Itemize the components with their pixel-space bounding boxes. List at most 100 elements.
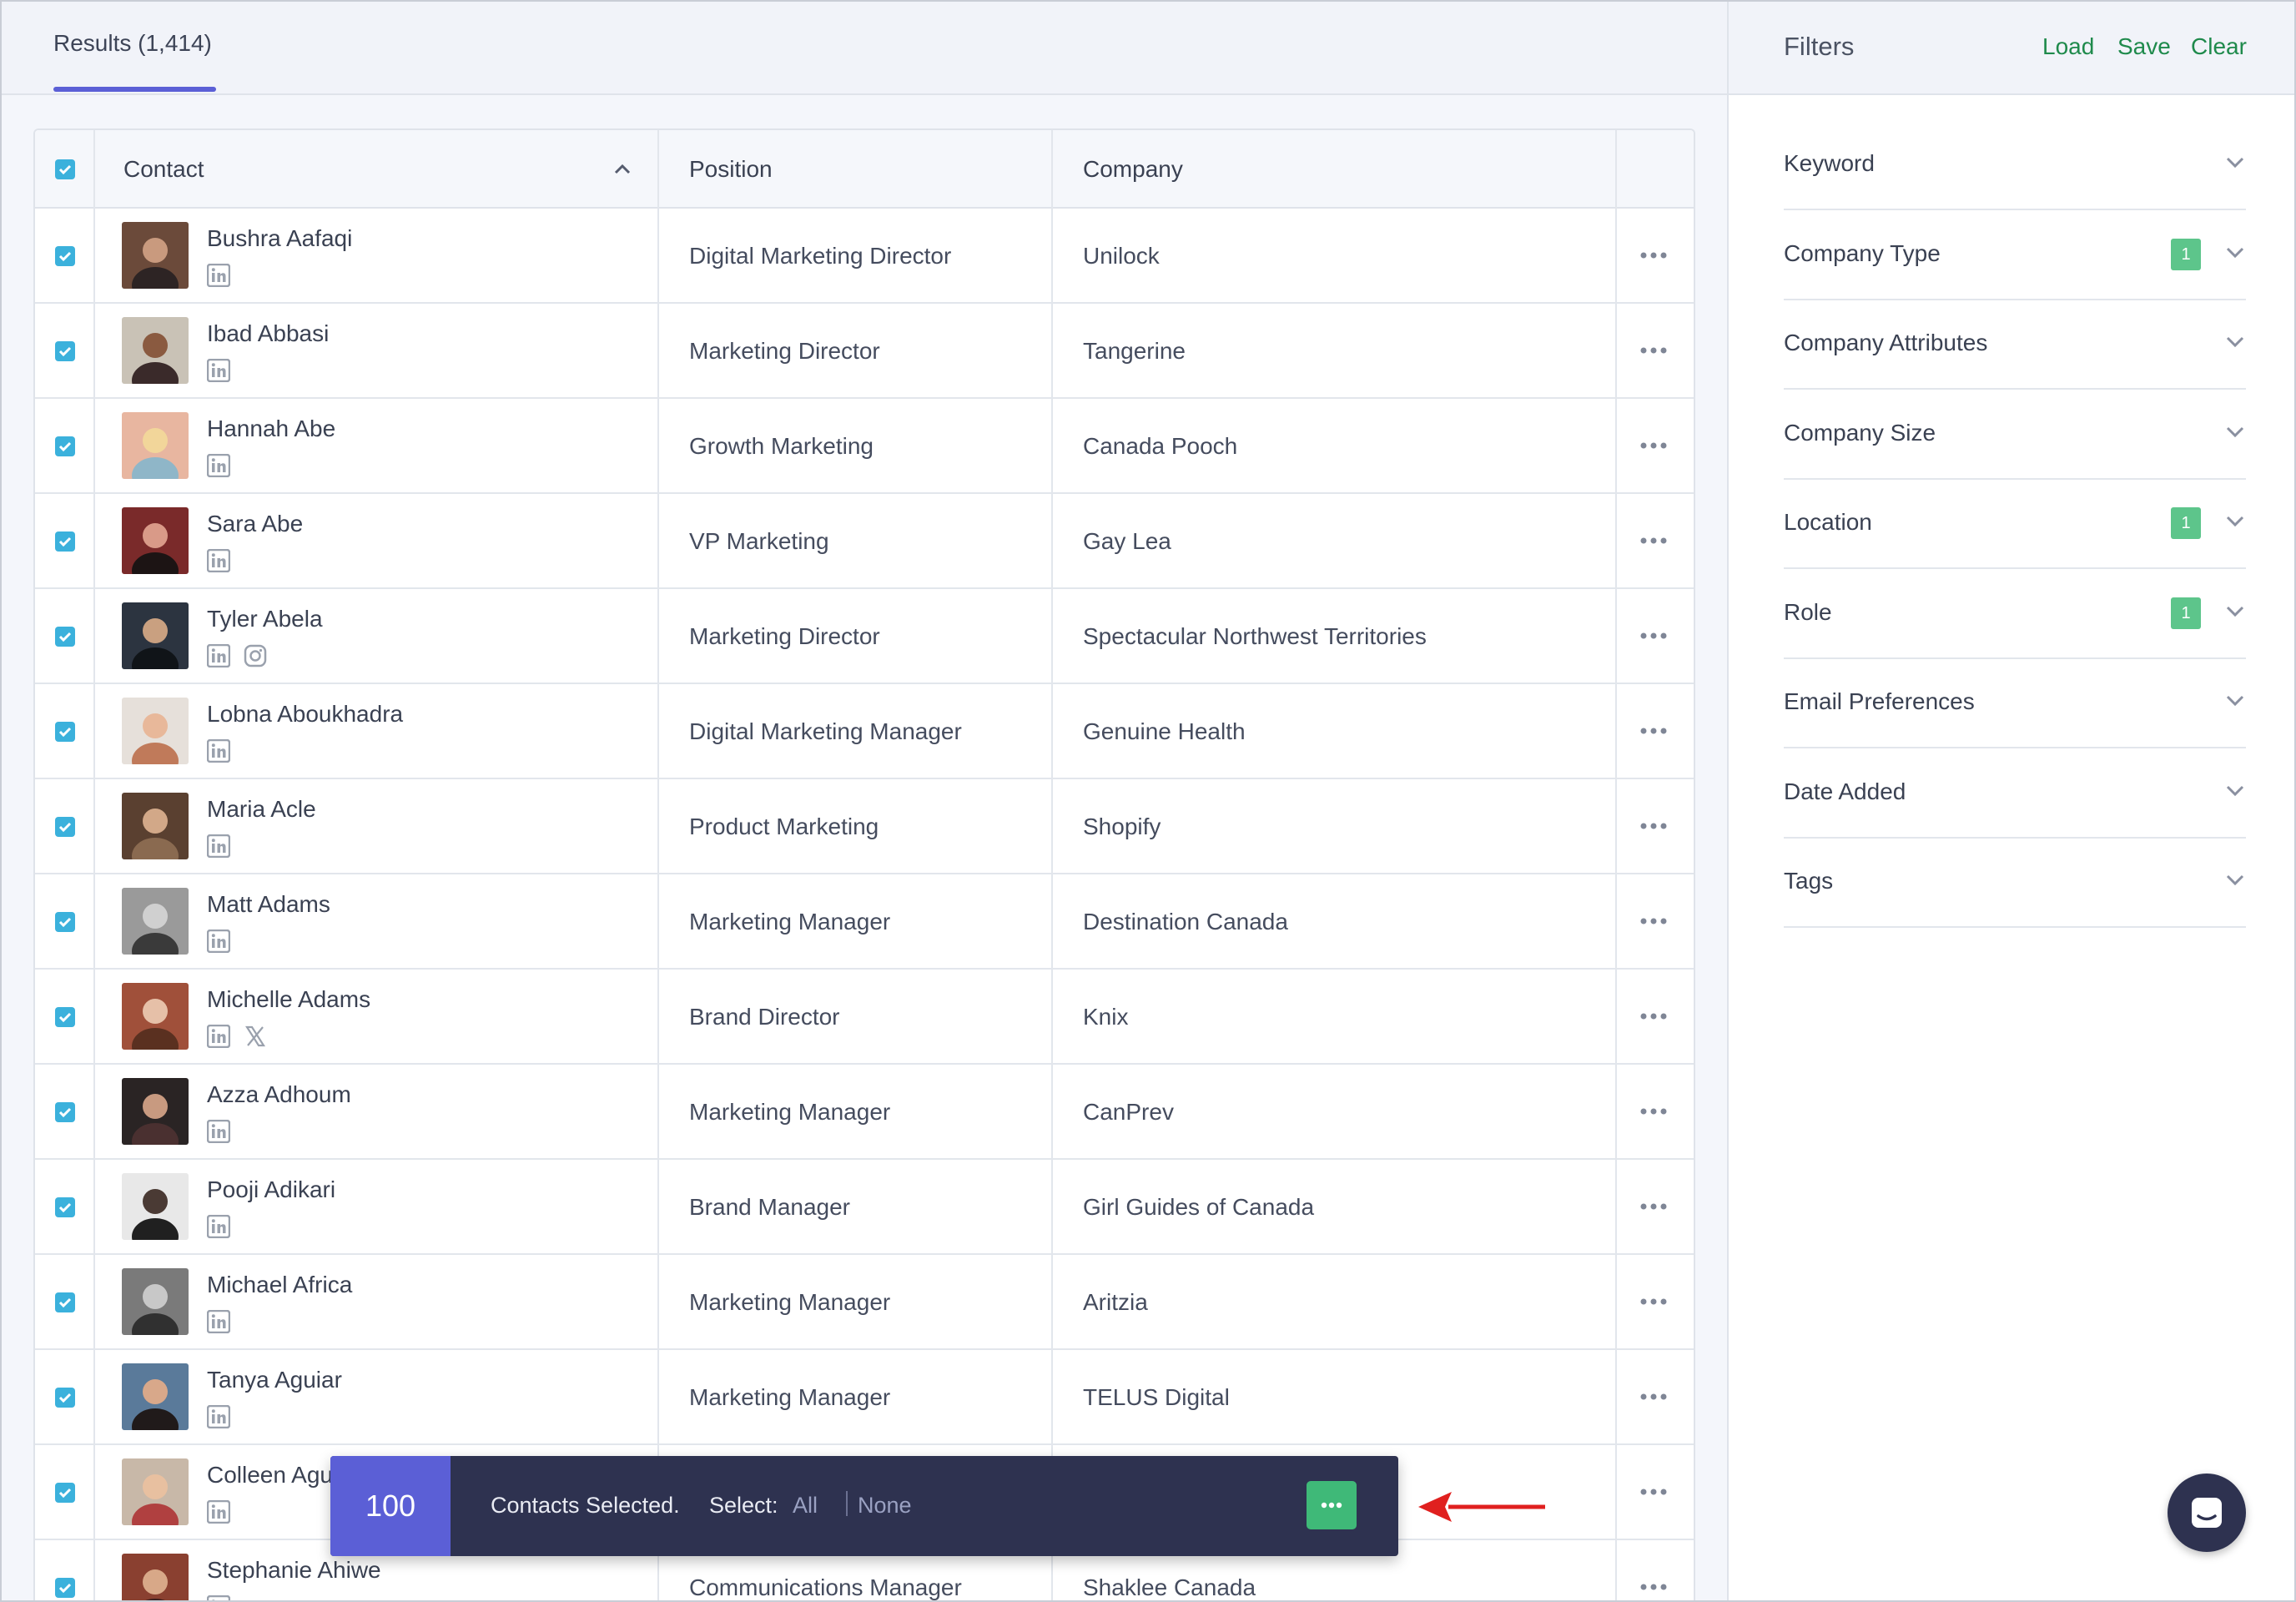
bulk-actions-button[interactable] — [1307, 1481, 1357, 1529]
filter-company-size[interactable]: Company Size — [1784, 390, 2246, 480]
contact-name[interactable]: Ibad Abbasi — [207, 320, 329, 347]
chevron-down-icon[interactable] — [2226, 874, 2244, 886]
contact-name[interactable]: Tyler Abela — [207, 606, 323, 632]
contact-name[interactable]: Colleen Agu — [207, 1462, 333, 1489]
row-more-icon[interactable] — [1639, 911, 1669, 931]
row-checkbox[interactable] — [55, 531, 75, 552]
table-row[interactable]: Bushra Aafaqi Digital Marketing Director U… — [35, 209, 1694, 304]
linkedin-icon[interactable] — [207, 264, 230, 287]
contact-name[interactable]: Bushra Aafaqi — [207, 225, 352, 252]
select-none-link[interactable]: None — [858, 1493, 912, 1519]
row-checkbox[interactable] — [55, 627, 75, 647]
row-checkbox[interactable] — [55, 722, 75, 742]
select-all-checkbox[interactable] — [55, 159, 75, 179]
linkedin-icon[interactable] — [207, 1310, 230, 1333]
row-more-icon[interactable] — [1639, 340, 1669, 360]
linkedin-icon[interactable] — [207, 644, 230, 668]
row-more-icon[interactable] — [1639, 1006, 1669, 1026]
contact-name[interactable]: Azza Adhoum — [207, 1081, 351, 1108]
row-more-icon[interactable] — [1639, 1101, 1669, 1121]
row-checkbox[interactable] — [55, 912, 75, 932]
table-row[interactable]: Maria Acle Product Marketing Shopify — [35, 779, 1694, 874]
linkedin-icon[interactable] — [207, 1215, 230, 1238]
row-more-icon[interactable] — [1639, 531, 1669, 551]
save-filters-link[interactable]: Save — [2117, 33, 2171, 60]
row-checkbox[interactable] — [55, 1483, 75, 1503]
row-more-icon[interactable] — [1639, 626, 1669, 646]
row-checkbox[interactable] — [55, 246, 75, 266]
row-more-icon[interactable] — [1639, 816, 1669, 836]
linkedin-icon[interactable] — [207, 929, 230, 953]
filter-location[interactable]: Location 1 — [1784, 479, 2246, 569]
x-icon[interactable] — [244, 1025, 267, 1048]
table-row[interactable]: Tanya Aguiar Marketing Manager TELUS Digit… — [35, 1350, 1694, 1445]
contact-name[interactable]: Pooji Adikari — [207, 1176, 335, 1203]
row-checkbox[interactable] — [55, 1388, 75, 1408]
row-more-icon[interactable] — [1639, 1387, 1669, 1407]
table-row[interactable]: Pooji Adikari Brand Manager Girl Guides of… — [35, 1160, 1694, 1255]
column-header-contact[interactable]: Contact — [123, 130, 204, 209]
chevron-down-icon[interactable] — [2226, 606, 2244, 617]
contact-name[interactable]: Stephanie Ahiwe — [207, 1557, 381, 1584]
filter-email-preferences[interactable]: Email Preferences — [1784, 658, 2246, 748]
clear-filters-link[interactable]: Clear — [2191, 33, 2247, 60]
row-more-icon[interactable] — [1639, 1577, 1669, 1597]
filter-company-type[interactable]: Company Type 1 — [1784, 210, 2246, 300]
row-more-icon[interactable] — [1639, 245, 1669, 265]
table-row[interactable]: Sara Abe VP Marketing Gay Lea — [35, 494, 1694, 589]
contact-name[interactable]: Sara Abe — [207, 511, 303, 537]
linkedin-icon[interactable] — [207, 1595, 230, 1602]
filter-keyword[interactable]: Keyword — [1784, 120, 2246, 210]
row-more-icon[interactable] — [1639, 1292, 1669, 1312]
linkedin-icon[interactable] — [207, 834, 230, 858]
filter-tags[interactable]: Tags — [1784, 838, 2246, 928]
chat-launcher-button[interactable] — [2168, 1474, 2246, 1552]
linkedin-icon[interactable] — [207, 1025, 230, 1048]
chevron-down-icon[interactable] — [2226, 157, 2244, 169]
chevron-down-icon[interactable] — [2226, 426, 2244, 438]
table-row[interactable]: Michael Africa Marketing Manager Aritzia — [35, 1255, 1694, 1350]
table-row[interactable]: Lobna Aboukhadra Digital Marketing Manage… — [35, 684, 1694, 779]
contact-name[interactable]: Matt Adams — [207, 891, 330, 918]
linkedin-icon[interactable] — [207, 1405, 230, 1428]
load-filters-link[interactable]: Load — [2042, 33, 2094, 60]
sort-ascending-icon[interactable] — [612, 160, 632, 177]
row-checkbox[interactable] — [55, 817, 75, 837]
row-more-icon[interactable] — [1639, 721, 1669, 741]
select-all-link[interactable]: All — [793, 1493, 818, 1519]
row-checkbox[interactable] — [55, 1292, 75, 1312]
linkedin-icon[interactable] — [207, 1500, 230, 1524]
contact-name[interactable]: Michael Africa — [207, 1272, 352, 1298]
contact-name[interactable]: Lobna Aboukhadra — [207, 701, 403, 728]
table-row[interactable]: Ibad Abbasi Marketing Director Tangerine — [35, 304, 1694, 399]
linkedin-icon[interactable] — [207, 359, 230, 382]
row-checkbox[interactable] — [55, 1197, 75, 1217]
table-row[interactable]: Tyler Abela Marketing Director Spectacular… — [35, 589, 1694, 684]
linkedin-icon[interactable] — [207, 739, 230, 763]
results-tab[interactable]: Results (1,414) — [53, 30, 212, 57]
row-checkbox[interactable] — [55, 1102, 75, 1122]
row-more-icon[interactable] — [1639, 436, 1669, 456]
filter-date-added[interactable]: Date Added — [1784, 748, 2246, 839]
linkedin-icon[interactable] — [207, 1120, 230, 1143]
row-checkbox[interactable] — [55, 1578, 75, 1598]
row-more-icon[interactable] — [1639, 1196, 1669, 1217]
chevron-down-icon[interactable] — [2226, 247, 2244, 259]
filter-role[interactable]: Role 1 — [1784, 569, 2246, 659]
chevron-down-icon[interactable] — [2226, 336, 2244, 348]
contact-name[interactable]: Hannah Abe — [207, 416, 335, 442]
chevron-down-icon[interactable] — [2226, 785, 2244, 797]
table-row[interactable]: Michelle Adams Brand Director Knix — [35, 970, 1694, 1065]
table-row[interactable]: Azza Adhoum Marketing Manager CanPrev — [35, 1065, 1694, 1160]
column-header-position[interactable]: Position — [689, 130, 773, 209]
chevron-down-icon[interactable] — [2226, 695, 2244, 707]
contact-name[interactable]: Michelle Adams — [207, 986, 370, 1013]
instagram-icon[interactable] — [244, 644, 267, 668]
contact-name[interactable]: Tanya Aguiar — [207, 1367, 342, 1393]
table-row[interactable]: Hannah Abe Growth Marketing Canada Pooch — [35, 399, 1694, 494]
row-checkbox[interactable] — [55, 1007, 75, 1027]
row-checkbox[interactable] — [55, 436, 75, 456]
row-more-icon[interactable] — [1639, 1482, 1669, 1502]
table-row[interactable]: Matt Adams Marketing Manager Destination C… — [35, 874, 1694, 970]
chevron-down-icon[interactable] — [2226, 516, 2244, 527]
